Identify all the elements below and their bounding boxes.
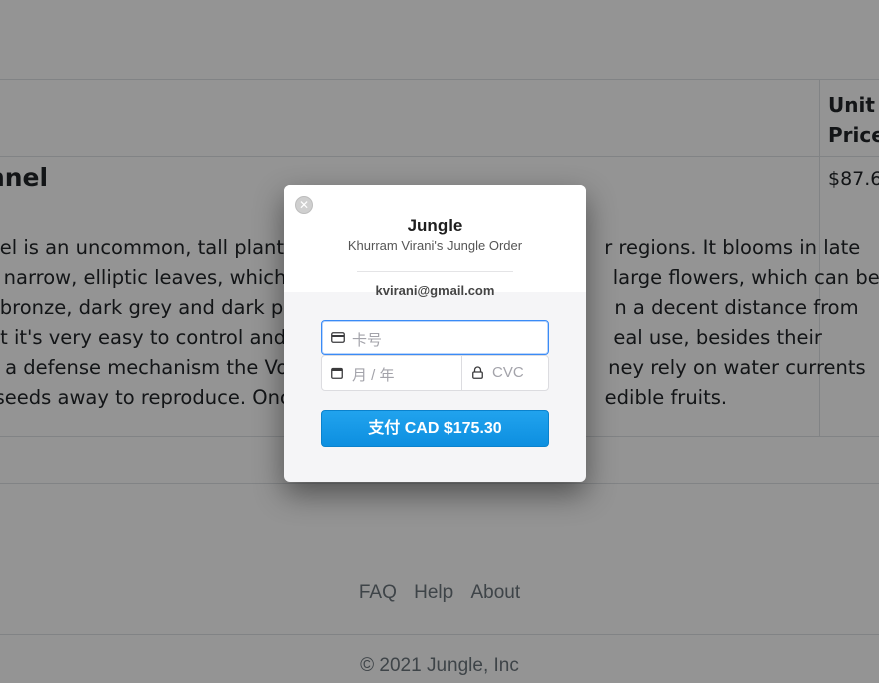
checkout-modal: ✕ Jungle Khurram Virani's Jungle Order k… bbox=[284, 185, 586, 482]
checkout-header: ✕ Jungle Khurram Virani's Jungle Order bbox=[284, 185, 586, 292]
close-icon: ✕ bbox=[298, 198, 310, 212]
header-separator bbox=[357, 271, 513, 272]
expiry-cvc-row: 月 / 年 CVC bbox=[321, 355, 549, 391]
calendar-icon bbox=[331, 367, 343, 379]
cvc-field[interactable]: CVC bbox=[462, 356, 548, 390]
cvc-placeholder: CVC bbox=[492, 364, 524, 381]
close-button[interactable]: ✕ bbox=[295, 196, 313, 214]
lock-icon bbox=[472, 366, 483, 379]
card-number-placeholder: 卡号 bbox=[352, 332, 383, 349]
expiry-placeholder: 月 / 年 bbox=[352, 367, 395, 384]
pay-button[interactable]: 支付 CAD $175.30 bbox=[321, 410, 549, 447]
expiry-field[interactable]: 月 / 年 bbox=[322, 356, 461, 390]
checkout-subtitle: Khurram Virani's Jungle Order bbox=[347, 238, 523, 253]
credit-card-icon bbox=[331, 332, 345, 343]
checkout-email: kvirani@gmail.com bbox=[375, 283, 495, 298]
checkout-title: Jungle bbox=[407, 216, 463, 235]
card-number-field[interactable]: 卡号 bbox=[321, 320, 549, 355]
